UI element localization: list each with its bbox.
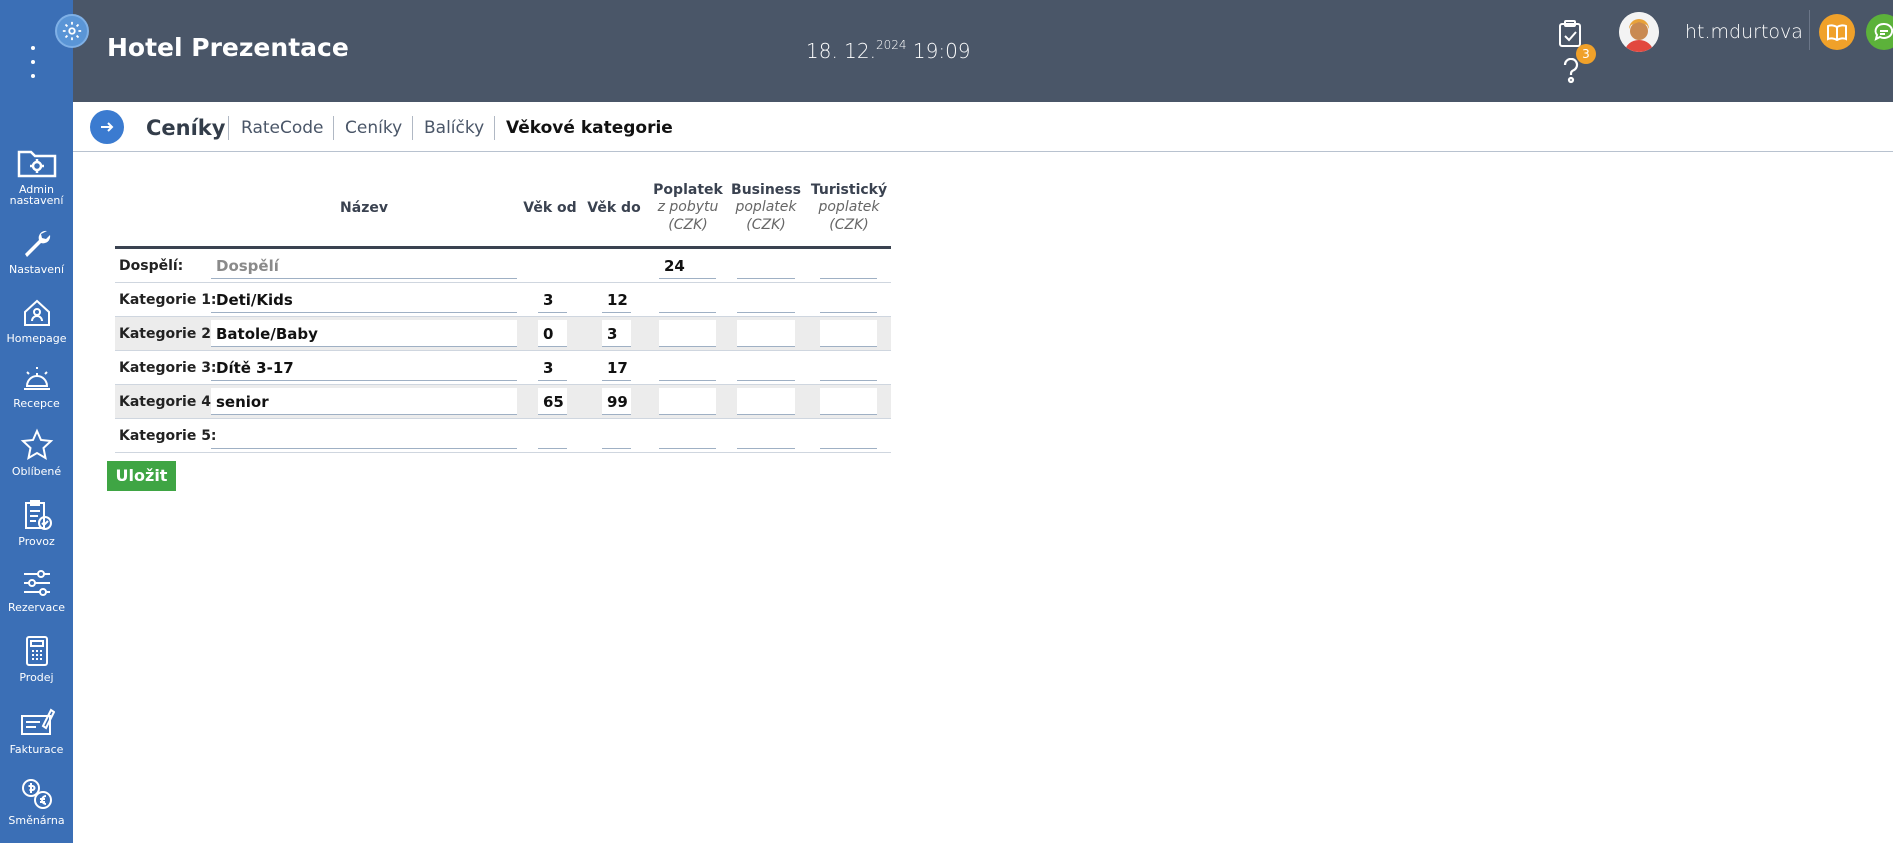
sidebar-item-rezervace[interactable]: Rezervace bbox=[0, 568, 73, 613]
tab-separator bbox=[333, 116, 334, 140]
age-to-input[interactable]: 17 bbox=[602, 354, 631, 381]
sidebar-item-oblibene[interactable]: Oblíbené bbox=[0, 428, 73, 477]
fee-business-input[interactable] bbox=[737, 388, 795, 415]
fee-stay-input[interactable]: 24 bbox=[659, 252, 716, 279]
age-to-input[interactable] bbox=[602, 422, 631, 449]
tab-vekove-kategorie[interactable]: Věkové kategorie bbox=[506, 118, 673, 138]
fee-tourist-input[interactable] bbox=[820, 388, 877, 415]
name-input[interactable] bbox=[211, 422, 517, 449]
fee-tourist-input[interactable] bbox=[820, 286, 877, 313]
col-header-age-from: Věk od bbox=[523, 200, 577, 216]
sidebar-item-recepce[interactable]: Recepce bbox=[0, 364, 73, 409]
table-row: Kategorie 4: senior 65 99 bbox=[115, 385, 891, 419]
tab-balicky[interactable]: Balíčky bbox=[424, 118, 484, 138]
age-from-input[interactable]: 65 bbox=[538, 388, 567, 415]
chat-bubble-icon bbox=[1874, 22, 1893, 41]
tab-ratecode[interactable]: RateCode bbox=[241, 118, 324, 138]
sidebar-item-admin[interactable]: Admin nastavení bbox=[0, 144, 73, 206]
invoice-pen-icon bbox=[20, 708, 55, 735]
wrench-icon bbox=[24, 230, 50, 257]
fee-tourist-input[interactable] bbox=[820, 320, 877, 347]
name-input[interactable]: Deti/Kids bbox=[211, 286, 517, 313]
age-to-input[interactable]: 3 bbox=[602, 320, 631, 347]
book-icon bbox=[1827, 24, 1847, 41]
fee-tourist-input[interactable] bbox=[820, 422, 877, 449]
table-row: Kategorie 5: bbox=[115, 419, 891, 453]
fee-stay-input[interactable] bbox=[659, 286, 716, 313]
current-datetime: 18. 12.2024 19:09 bbox=[806, 38, 971, 63]
age-from-input[interactable] bbox=[538, 422, 567, 449]
fee-business-input[interactable] bbox=[737, 354, 795, 381]
home-user-icon bbox=[23, 299, 50, 326]
folder-gear-icon bbox=[17, 150, 56, 178]
age-from-input[interactable]: 3 bbox=[538, 286, 567, 313]
name-input[interactable]: senior bbox=[211, 388, 517, 415]
fee-tourist-input[interactable] bbox=[820, 252, 877, 279]
sliders-icon bbox=[23, 570, 50, 596]
reception-bell-icon bbox=[23, 367, 50, 390]
sidebar-item-homepage[interactable]: Homepage bbox=[0, 297, 73, 344]
name-input[interactable]: Dítě 3-17 bbox=[211, 354, 517, 381]
fee-business-input[interactable] bbox=[737, 422, 795, 449]
tab-separator bbox=[228, 116, 229, 140]
col-header-age-to: Věk do bbox=[587, 200, 641, 216]
name-input[interactable]: Batole/Baby bbox=[211, 320, 517, 347]
section-title: Ceníky bbox=[146, 116, 226, 140]
fee-stay-input[interactable] bbox=[659, 354, 716, 381]
col-header-fee-stay: Poplatek z pobytu (CZK) bbox=[653, 182, 723, 233]
star-icon bbox=[20, 428, 53, 460]
arrow-right-icon bbox=[101, 122, 114, 132]
age-from-input[interactable]: 3 bbox=[538, 354, 567, 381]
fee-tourist-input[interactable] bbox=[820, 354, 877, 381]
app-root: Admin nastavení Nastavení Homepage Recep… bbox=[0, 0, 1893, 843]
fee-stay-input[interactable] bbox=[659, 388, 716, 415]
menu-dots-icon[interactable] bbox=[26, 46, 40, 78]
tab-separator bbox=[412, 116, 413, 140]
back-arrow-button[interactable] bbox=[90, 110, 124, 144]
col-header-name: Název bbox=[340, 200, 388, 216]
sidebar-item-fakturace[interactable]: Fakturace bbox=[0, 706, 73, 755]
age-from-input[interactable]: 0 bbox=[538, 320, 567, 347]
settings-gear-icon[interactable] bbox=[55, 14, 89, 48]
tab-ceniky[interactable]: Ceníky bbox=[345, 118, 402, 138]
table-row: Kategorie 3: Dítě 3-17 3 17 bbox=[115, 351, 891, 385]
fee-business-input[interactable] bbox=[737, 286, 795, 313]
col-header-fee-business: Business poplatek (CZK) bbox=[731, 182, 801, 233]
fee-business-input[interactable] bbox=[737, 320, 795, 347]
age-to-input[interactable]: 99 bbox=[602, 388, 631, 415]
help-question-icon[interactable] bbox=[1561, 57, 1581, 88]
manual-book-button[interactable] bbox=[1819, 14, 1855, 50]
tab-separator bbox=[494, 116, 495, 140]
fee-business-input[interactable] bbox=[737, 252, 795, 279]
sidebar-item-smenarna[interactable]: Směnárna bbox=[0, 777, 73, 826]
hotel-title: Hotel Prezentace bbox=[107, 33, 349, 62]
sidebar: Admin nastavení Nastavení Homepage Recep… bbox=[0, 0, 89, 843]
sidebar-item-prodej[interactable]: Prodej bbox=[0, 634, 73, 683]
table-row: Dospělí: Dospělí 24 bbox=[115, 249, 891, 283]
fee-stay-input[interactable] bbox=[659, 320, 716, 347]
calculator-icon bbox=[25, 636, 48, 666]
fee-stay-input[interactable] bbox=[659, 422, 716, 449]
clipboard-check-icon bbox=[24, 500, 52, 530]
col-header-fee-tourist: Turistický poplatek (CZK) bbox=[810, 182, 888, 233]
currency-exchange-icon bbox=[21, 779, 52, 809]
table-row: Kategorie 1: Deti/Kids 3 12 bbox=[115, 283, 891, 317]
header-divider bbox=[1809, 10, 1810, 50]
username[interactable]: ht.mdurtova bbox=[1685, 21, 1803, 43]
sidebar-item-nastaveni[interactable]: Nastavení bbox=[0, 228, 73, 275]
age-to-input[interactable]: 12 bbox=[602, 286, 631, 313]
tab-bar: Ceníky RateCode Ceníky Balíčky Věkové ka… bbox=[73, 102, 1893, 152]
save-button[interactable]: Uložit bbox=[107, 461, 176, 491]
user-avatar[interactable] bbox=[1619, 12, 1659, 52]
chat-button[interactable] bbox=[1866, 14, 1893, 50]
sidebar-item-provoz[interactable]: Provoz bbox=[0, 498, 73, 547]
table-row: Kategorie 2: Batole/Baby 0 3 bbox=[115, 317, 891, 351]
name-input[interactable]: Dospělí bbox=[211, 252, 517, 279]
top-header: Hotel Prezentace 18. 12.2024 19:09 3 ht.… bbox=[73, 0, 1893, 102]
